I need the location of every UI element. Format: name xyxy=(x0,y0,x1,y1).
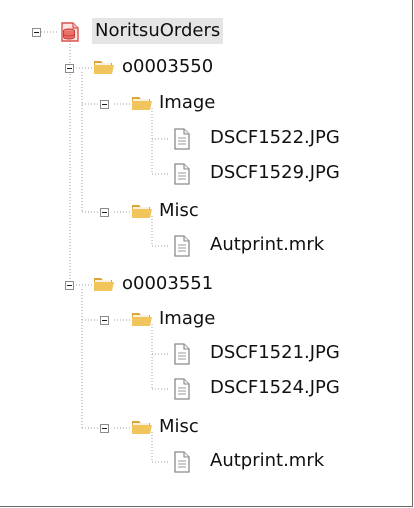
tree-node-root[interactable]: NoritsuOrders xyxy=(0,15,300,49)
collapse-toggle[interactable] xyxy=(65,64,74,73)
collapse-toggle[interactable] xyxy=(100,424,109,433)
file-icon xyxy=(170,342,194,366)
folder-icon xyxy=(130,415,154,439)
file-icon xyxy=(170,450,194,474)
tree-node-order[interactable]: o0003550 xyxy=(0,51,300,85)
tree-node-label[interactable]: Misc xyxy=(156,414,202,440)
collapse-toggle[interactable] xyxy=(100,208,109,217)
tree-node-folder[interactable]: Misc xyxy=(0,195,300,229)
collapse-toggle[interactable] xyxy=(100,100,109,109)
folder-icon xyxy=(92,55,116,79)
tree-node-folder[interactable]: Misc xyxy=(0,411,300,445)
folder-icon xyxy=(130,307,154,331)
tree-node-file[interactable]: DSCF1524.JPG xyxy=(0,372,400,406)
tree-node-file[interactable]: DSCF1521.JPG xyxy=(0,337,400,371)
folder-icon xyxy=(130,91,154,115)
tree-node-file[interactable]: Autprint.mrk xyxy=(0,445,400,479)
tree-node-file[interactable]: DSCF1529.JPG xyxy=(0,157,400,191)
tree-node-label[interactable]: NoritsuOrders xyxy=(92,18,224,44)
tree-node-folder[interactable]: Image xyxy=(0,87,300,121)
tree-node-label[interactable]: DSCF1524.JPG xyxy=(207,375,343,401)
tree-node-label[interactable]: DSCF1529.JPG xyxy=(207,160,343,186)
tree-node-order[interactable]: o0003551 xyxy=(0,268,300,302)
tree-view[interactable]: NoritsuOrders o0003550 Image DSCF1522.JP… xyxy=(0,0,413,507)
file-icon xyxy=(170,127,194,151)
collapse-toggle[interactable] xyxy=(100,316,109,325)
tree-node-label[interactable]: DSCF1521.JPG xyxy=(207,340,343,366)
collapse-toggle[interactable] xyxy=(65,281,74,290)
tree-node-folder[interactable]: Image xyxy=(0,303,300,337)
tree-node-file[interactable]: Autprint.mrk xyxy=(0,229,400,263)
tree-node-label[interactable]: o0003550 xyxy=(119,54,216,80)
tree-node-label[interactable]: Misc xyxy=(156,198,202,224)
tree-node-file[interactable]: DSCF1522.JPG xyxy=(0,122,400,156)
tree-node-label[interactable]: Autprint.mrk xyxy=(207,232,327,258)
tree-node-label[interactable]: Autprint.mrk xyxy=(207,448,327,474)
folder-icon xyxy=(92,272,116,296)
tree-node-label[interactable]: Image xyxy=(156,90,218,116)
tree-node-label[interactable]: o0003551 xyxy=(119,271,216,297)
tree-node-label[interactable]: DSCF1522.JPG xyxy=(207,125,343,151)
file-icon xyxy=(170,377,194,401)
file-icon xyxy=(170,162,194,186)
tree-node-label[interactable]: Image xyxy=(156,306,218,332)
file-icon xyxy=(170,234,194,258)
collapse-toggle[interactable] xyxy=(32,28,41,37)
database-icon xyxy=(58,20,82,44)
folder-icon xyxy=(130,199,154,223)
